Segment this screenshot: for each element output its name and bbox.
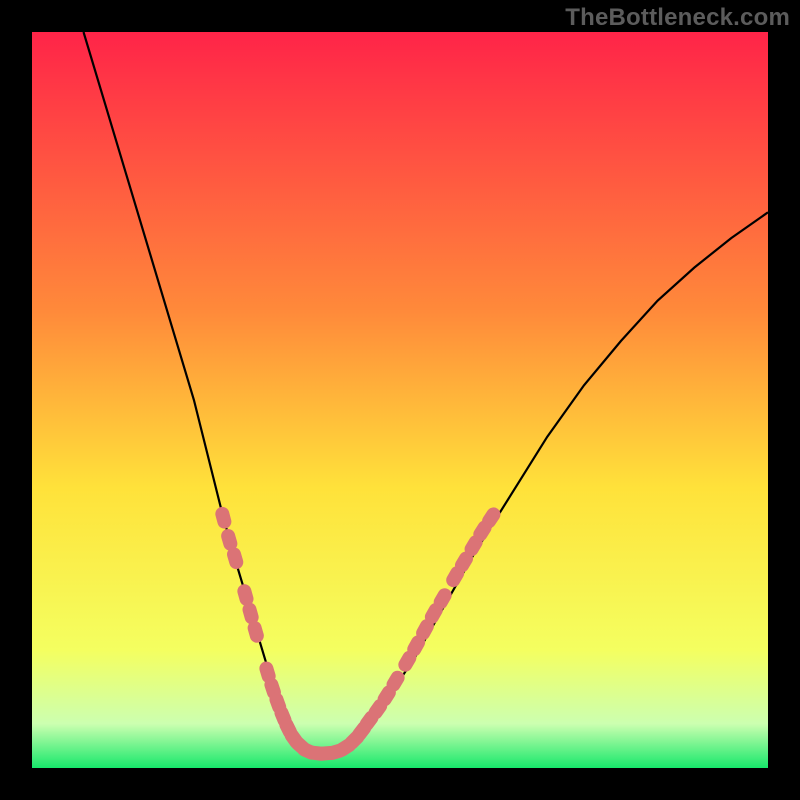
- plot-area: [32, 32, 768, 768]
- chart-svg: [32, 32, 768, 768]
- gradient-bg: [32, 32, 768, 768]
- chart-frame: TheBottleneck.com: [0, 0, 800, 800]
- watermark-text: TheBottleneck.com: [565, 4, 790, 32]
